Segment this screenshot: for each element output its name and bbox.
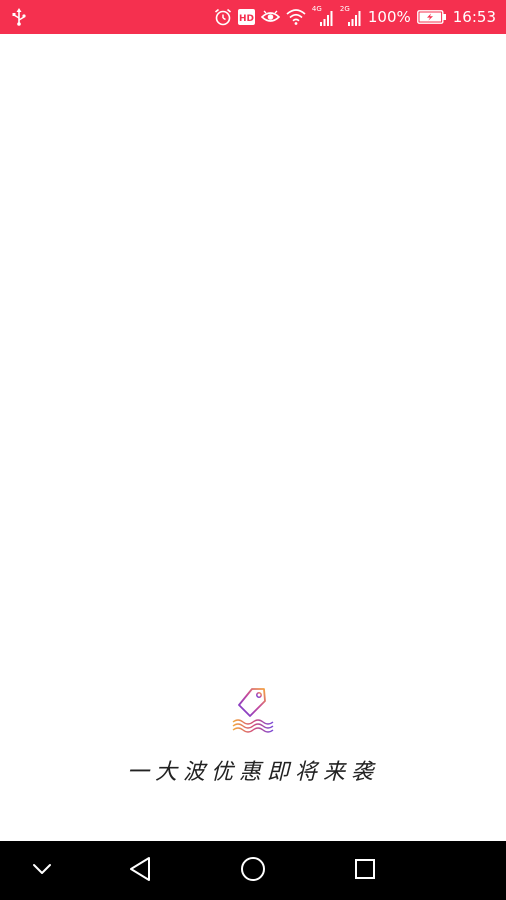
network-2-label: 2G <box>339 5 350 13</box>
status-left <box>12 0 26 34</box>
network-1-label: 4G <box>311 5 322 13</box>
eye-icon <box>260 7 280 27</box>
chevron-down-icon <box>31 861 53 880</box>
usb-icon <box>12 7 26 27</box>
hd-icon: HD <box>237 7 255 27</box>
home-button[interactable] <box>223 841 283 900</box>
signal-2g-icon: 2G <box>339 5 362 27</box>
battery-percent: 100% <box>367 8 411 26</box>
hide-nav-button[interactable] <box>12 841 72 900</box>
promo-tagline: 一大波优惠即将来袭 <box>126 760 379 785</box>
wifi-icon <box>286 7 306 27</box>
status-right: HD 4G 2G 100% 16:53 <box>214 0 496 34</box>
splash-content: 一大波优惠即将来袭 <box>0 34 506 841</box>
recent-apps-button[interactable] <box>335 841 395 900</box>
signal-4g-icon: 4G <box>311 5 334 27</box>
recent-apps-square-icon <box>353 857 377 885</box>
alarm-icon <box>214 7 232 27</box>
status-bar: HD 4G 2G 100% 16:53 <box>0 0 506 34</box>
price-tag-waves-icon <box>231 686 275 734</box>
battery-charging-icon <box>416 7 447 27</box>
clock: 16:53 <box>452 8 496 26</box>
navigation-bar <box>0 841 506 900</box>
svg-text:HD: HD <box>239 14 254 24</box>
screen: HD 4G 2G 100% 16:53 一大波优惠即将来袭 <box>0 0 506 900</box>
back-button[interactable] <box>110 841 170 900</box>
back-triangle-icon <box>128 856 152 886</box>
home-circle-icon <box>240 856 266 886</box>
